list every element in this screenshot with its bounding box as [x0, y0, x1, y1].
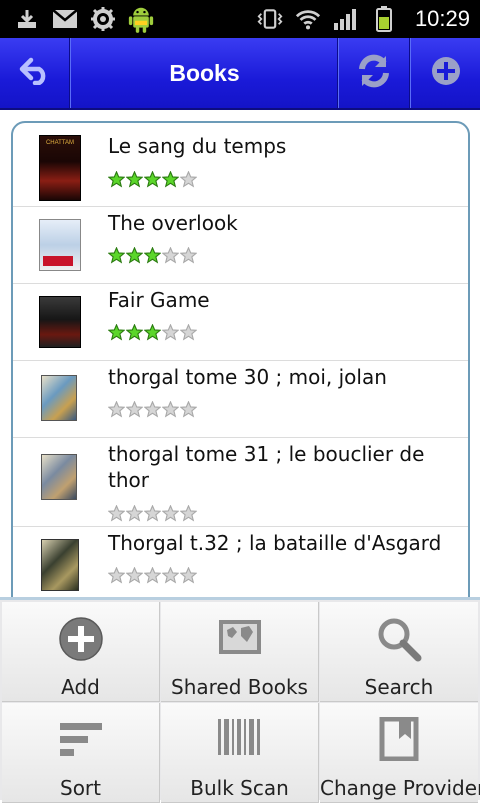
star-empty-icon: [144, 567, 161, 584]
star-empty-icon: [180, 401, 197, 418]
android-icon: [128, 6, 154, 33]
menu-item-label: Sort: [60, 776, 101, 800]
download-icon: [14, 6, 40, 32]
star-empty-icon: [162, 567, 179, 584]
star-filled-icon: [108, 324, 125, 341]
back-arrow-icon: [19, 57, 51, 89]
star-empty-icon: [180, 567, 197, 584]
action-bar: Books: [0, 38, 480, 110]
star-empty-icon: [162, 401, 179, 418]
book-title: The overlook: [108, 211, 238, 235]
book-row[interactable]: CHATTAM Le sang du temps: [13, 123, 468, 207]
book-title: thorgal tome 30 ; moi, jolan: [108, 365, 387, 389]
signal-icon: [333, 6, 359, 32]
star-empty-icon: [162, 247, 179, 264]
refresh-icon: [355, 52, 393, 94]
star-empty-icon: [162, 505, 179, 522]
book-list[interactable]: CHATTAM Le sang du temps The overlook Fa…: [11, 121, 470, 621]
star-filled-icon: [144, 171, 161, 188]
menu-item-label: Search: [364, 675, 434, 699]
star-filled-icon: [126, 324, 143, 341]
book-cover: CHATTAM: [39, 135, 81, 201]
rating-stars: [108, 505, 197, 525]
star-filled-icon: [162, 171, 179, 188]
battery-icon: [371, 6, 397, 32]
rating-stars: [108, 171, 197, 191]
star-empty-icon: [108, 505, 125, 522]
star-filled-icon: [108, 171, 125, 188]
map-icon: [217, 616, 263, 666]
book-row[interactable]: thorgal tome 31 ; le bouclier de thor: [13, 438, 468, 527]
star-empty-icon: [180, 171, 197, 188]
rating-stars: [108, 567, 197, 587]
add-circle-icon: [58, 616, 104, 666]
clock: 10:29: [414, 6, 470, 31]
wifi-icon: [295, 6, 321, 32]
book-title: thorgal tome 31 ; le bouclier de thor: [108, 442, 425, 492]
menu-item-change-provider[interactable]: Change Provider: [320, 703, 480, 803]
book-cover: [41, 539, 79, 591]
book-row[interactable]: The overlook: [13, 207, 468, 284]
star-filled-icon: [126, 171, 143, 188]
menu-item-label: Change Provider: [320, 776, 480, 800]
star-filled-icon: [126, 247, 143, 264]
book-cover: [41, 454, 77, 500]
star-empty-icon: [144, 401, 161, 418]
book-row[interactable]: Fair Game: [13, 284, 468, 361]
vibrate-icon: [257, 6, 283, 32]
book-cover: [39, 219, 81, 271]
bookmark-icon: [379, 716, 419, 767]
options-menu: Add Shared Books Search Sort Bulk Scan C…: [0, 597, 480, 803]
add-button[interactable]: [411, 38, 480, 108]
back-button[interactable]: [0, 38, 70, 108]
settings-icon: [90, 6, 116, 32]
star-empty-icon: [180, 324, 197, 341]
menu-item-add[interactable]: Add: [2, 602, 160, 702]
star-empty-icon: [126, 567, 143, 584]
rating-stars: [108, 324, 197, 344]
menu-item-bulk-scan[interactable]: Bulk Scan: [161, 703, 319, 803]
star-filled-icon: [108, 247, 125, 264]
book-cover: [41, 375, 77, 421]
star-empty-icon: [108, 567, 125, 584]
rating-stars: [108, 247, 197, 267]
menu-item-label: Bulk Scan: [190, 776, 289, 800]
star-filled-icon: [144, 324, 161, 341]
menu-item-sort[interactable]: Sort: [2, 703, 160, 803]
star-empty-icon: [126, 505, 143, 522]
book-title: Le sang du temps: [108, 134, 287, 158]
star-empty-icon: [126, 401, 143, 418]
menu-item-label: Shared Books: [171, 675, 308, 699]
refresh-button[interactable]: [339, 38, 409, 108]
add-icon: [430, 55, 462, 91]
menu-item-search[interactable]: Search: [320, 602, 478, 702]
star-empty-icon: [144, 505, 161, 522]
book-title: Fair Game: [108, 288, 210, 312]
rating-stars: [108, 401, 197, 421]
star-filled-icon: [144, 247, 161, 264]
page-title: Books: [169, 59, 240, 86]
search-icon: [376, 616, 422, 666]
book-cover: [39, 296, 81, 348]
menu-item-shared-books[interactable]: Shared Books: [161, 602, 319, 702]
book-title: Thorgal t.32 ; la bataille d'Asgard: [108, 531, 442, 555]
gmail-icon: [52, 6, 78, 32]
book-row[interactable]: thorgal tome 30 ; moi, jolan: [13, 361, 468, 438]
barcode-icon: [217, 717, 263, 767]
menu-item-label: Add: [61, 675, 100, 699]
status-bar: 10:29: [0, 0, 480, 38]
star-empty-icon: [180, 247, 197, 264]
star-empty-icon: [108, 401, 125, 418]
star-empty-icon: [180, 505, 197, 522]
star-empty-icon: [162, 324, 179, 341]
sort-icon: [58, 717, 104, 767]
